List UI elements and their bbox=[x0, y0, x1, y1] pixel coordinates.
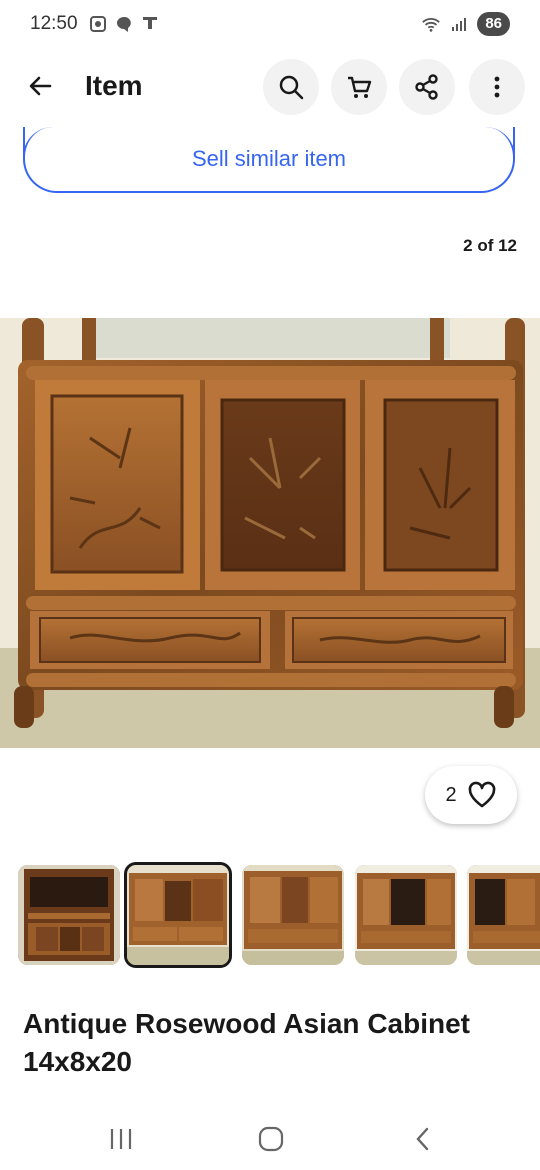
home-button[interactable] bbox=[254, 1124, 288, 1154]
cart-icon bbox=[348, 76, 372, 98]
search-button[interactable] bbox=[263, 59, 319, 115]
main-product-image[interactable] bbox=[0, 318, 540, 748]
back-arrow-icon bbox=[29, 76, 52, 96]
status-notification-icons bbox=[88, 14, 160, 34]
signal-icon bbox=[449, 14, 469, 34]
screenshot-icon bbox=[88, 14, 108, 34]
share-button[interactable] bbox=[399, 59, 455, 115]
watch-count: 2 bbox=[445, 783, 457, 806]
app-header: Item bbox=[0, 56, 540, 116]
wifi-icon bbox=[421, 14, 441, 34]
chat-icon bbox=[114, 14, 134, 34]
thumbnail-image[interactable] bbox=[18, 865, 120, 965]
status-time: 12:50 bbox=[30, 13, 78, 34]
cart-button[interactable] bbox=[331, 59, 387, 115]
back-nav-icon bbox=[416, 1127, 429, 1151]
item-title: Antique Rosewood Asian Cabinet 14x8x20 bbox=[23, 1008, 470, 1077]
image-counter: 2 of 12 bbox=[463, 236, 517, 255]
heart-icon bbox=[468, 781, 495, 808]
battery-indicator: 86 bbox=[477, 12, 510, 36]
watch-button[interactable]: 2 bbox=[425, 766, 517, 824]
recent-apps-button[interactable] bbox=[104, 1124, 138, 1154]
carrier-icon bbox=[140, 14, 160, 34]
thumbnail-image[interactable] bbox=[355, 865, 457, 965]
sell-similar-label: Sell similar item bbox=[191, 146, 347, 171]
back-nav-button[interactable] bbox=[406, 1124, 440, 1154]
thumbnail-image[interactable] bbox=[467, 865, 540, 965]
more-icon bbox=[494, 76, 500, 98]
share-icon bbox=[415, 74, 438, 100]
status-system-icons: 86 bbox=[421, 12, 510, 36]
thumbnail-image-selected[interactable] bbox=[124, 862, 232, 968]
recent-apps-icon bbox=[110, 1129, 132, 1149]
sell-similar-button[interactable]: Sell similar item bbox=[23, 127, 515, 193]
status-bar: 12:50 86 bbox=[0, 0, 540, 50]
page-title: Item bbox=[85, 70, 143, 101]
system-nav-bar bbox=[0, 1110, 540, 1170]
thumbnail-strip bbox=[18, 862, 540, 968]
more-options-button[interactable] bbox=[469, 59, 525, 115]
search-icon bbox=[279, 75, 304, 100]
thumbnail-image[interactable] bbox=[242, 865, 344, 965]
home-icon bbox=[258, 1126, 284, 1152]
back-button[interactable] bbox=[20, 66, 60, 106]
